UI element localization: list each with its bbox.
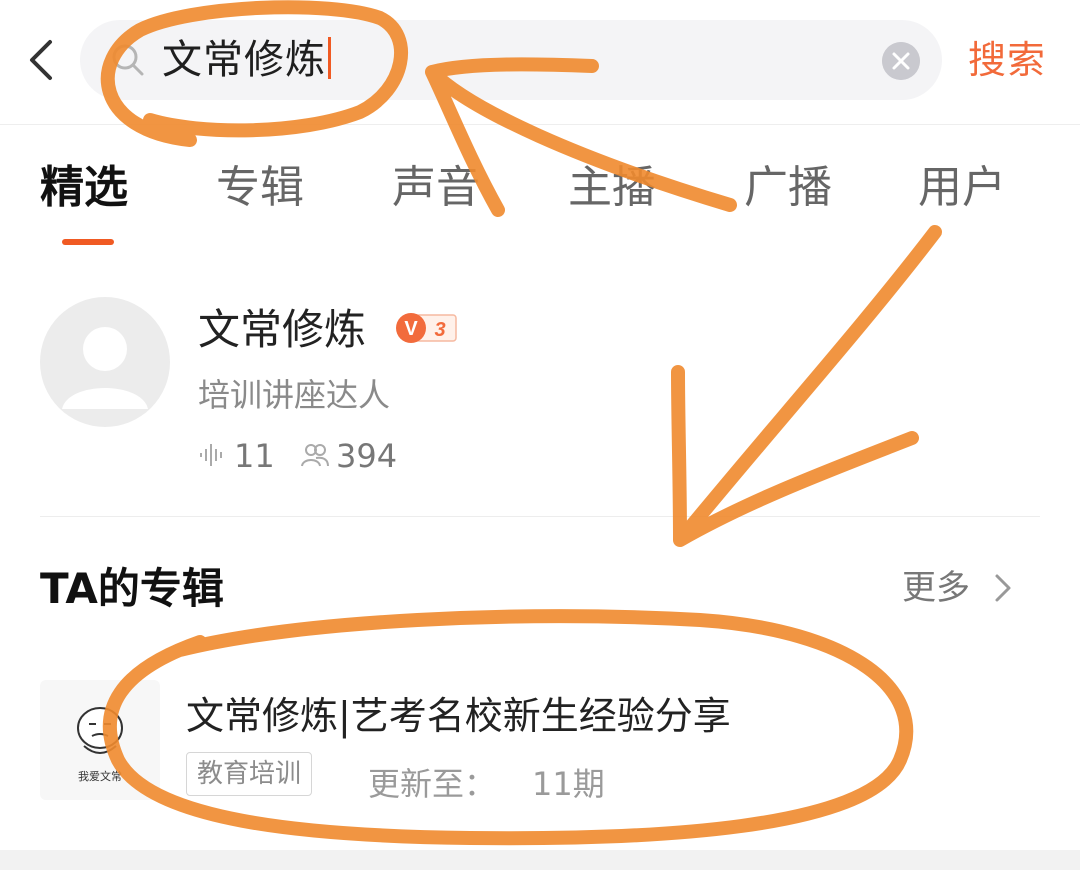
default-avatar-icon <box>62 327 148 409</box>
more-albums-link[interactable]: 更多 <box>902 566 970 610</box>
back-arrow-icon[interactable] <box>22 36 62 84</box>
result-tabs: 精选 专辑 声音 主播 广播 用户 <box>0 150 1080 250</box>
album-title[interactable]: 文常修炼|艺考名校新生经验分享 <box>186 692 731 740</box>
vip-badge-icon: V 3 <box>396 313 457 343</box>
album-update-info: 更新至： 11期 <box>368 764 605 804</box>
tab-featured[interactable]: 精选 <box>40 162 128 214</box>
update-label: 更新至： <box>368 765 497 803</box>
search-header: 文常修炼 搜索 <box>0 0 1080 125</box>
tab-radio[interactable]: 广播 <box>744 162 832 214</box>
svg-text:V: V <box>404 318 418 340</box>
section-divider <box>40 516 1040 517</box>
vip-level: 3 <box>434 319 445 341</box>
search-query-text: 文常修炼 <box>162 36 331 84</box>
text-caret <box>328 37 331 79</box>
tab-sounds[interactable]: 声音 <box>392 162 480 214</box>
bottom-separator <box>0 850 1080 870</box>
tab-albums[interactable]: 专辑 <box>216 162 304 214</box>
avatar[interactable] <box>40 297 170 427</box>
audio-wave-icon <box>200 444 222 466</box>
search-input[interactable]: 文常修炼 <box>80 20 942 100</box>
search-query-value: 文常修炼 <box>162 37 326 83</box>
chevron-right-icon[interactable] <box>990 570 1016 606</box>
user-name[interactable]: 文常修炼 <box>198 305 366 355</box>
albums-section-title: TA的专辑 <box>40 564 224 613</box>
search-button[interactable]: 搜索 <box>968 36 1046 84</box>
clear-icon[interactable] <box>882 42 920 80</box>
followers-count: 394 <box>336 437 398 475</box>
tab-users[interactable]: 用户 <box>918 162 1006 214</box>
user-tag: 培训讲座达人 <box>198 376 391 414</box>
album-list-item[interactable]: 我爱文常 文常修炼|艺考名校新生经验分享 教育培训 更新至： 11期 <box>40 680 1040 810</box>
active-tab-indicator <box>62 239 114 245</box>
tab-hosts[interactable]: 主播 <box>568 162 656 214</box>
tracks-count: 11 <box>234 437 275 475</box>
arrow-to-album-annotation <box>671 225 942 547</box>
users-icon <box>301 444 329 467</box>
search-icon <box>112 44 144 76</box>
album-cover: 我爱文常 <box>40 680 160 800</box>
album-category-tag: 教育培训 <box>186 752 313 796</box>
album-cover-text: 我爱文常 <box>78 770 122 783</box>
update-count: 11期 <box>532 765 605 803</box>
